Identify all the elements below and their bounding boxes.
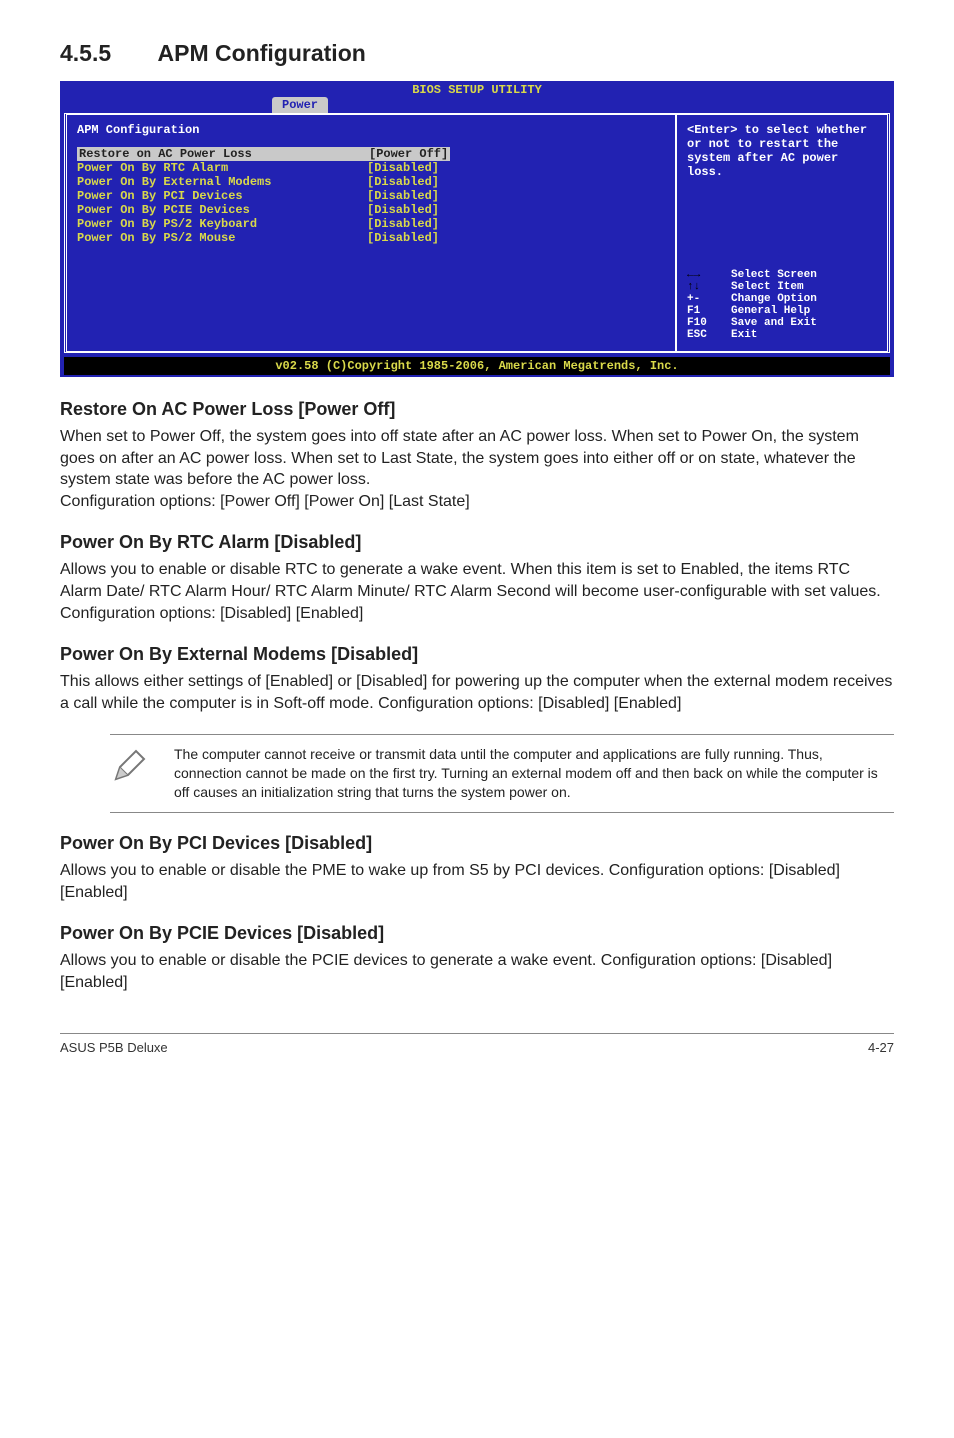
bios-key-name: +- [687, 293, 731, 305]
item-heading: Power On By RTC Alarm [Disabled] [60, 532, 894, 553]
bios-key-name [687, 281, 731, 293]
bios-setting-name: Power On By PCIE Devices [77, 203, 367, 217]
item-heading: Restore On AC Power Loss [Power Off] [60, 399, 894, 420]
pencil-note-icon [110, 745, 150, 785]
bios-setting-value: [Disabled] [367, 189, 439, 203]
bios-key-label: Change Option [731, 293, 817, 305]
bios-setting-name: Power On By PCI Devices [77, 189, 367, 203]
bios-key-row: Select Screen [687, 269, 881, 281]
bios-key-legend: Select ScreenSelect Item+-Change OptionF… [687, 269, 881, 341]
bios-setting-row[interactable]: Power On By RTC Alarm[Disabled] [77, 161, 665, 175]
bios-key-row: ESCExit [687, 329, 881, 341]
bios-setting-row[interactable]: Power On By PS/2 Keyboard[Disabled] [77, 217, 665, 231]
item-body: Allows you to enable or disable the PCIE… [60, 950, 894, 993]
bios-key-name: F10 [687, 317, 731, 329]
bios-body: APM Configuration Restore on AC Power Lo… [64, 113, 890, 353]
arrows-left-right-icon [687, 269, 700, 281]
bios-section-label: APM Configuration [77, 123, 665, 137]
bios-key-label: Exit [731, 329, 757, 341]
bios-setting-value: [Power Off] [367, 147, 450, 161]
bios-setting-name: Power On By External Modems [77, 175, 367, 189]
item-body: Allows you to enable or disable the PME … [60, 860, 894, 903]
bios-settings-panel: APM Configuration Restore on AC Power Lo… [67, 115, 677, 351]
section-title: APM Configuration [158, 40, 366, 66]
bios-setting-name: Power On By RTC Alarm [77, 161, 367, 175]
bios-copyright: v02.58 (C)Copyright 1985-2006, American … [64, 357, 890, 375]
bios-setting-value: [Disabled] [367, 175, 439, 189]
bios-key-name [687, 269, 731, 281]
bios-key-name: ESC [687, 329, 731, 341]
note-block: The computer cannot receive or transmit … [110, 734, 894, 813]
bios-setting-value: [Disabled] [367, 231, 439, 245]
bios-key-row: +-Change Option [687, 293, 881, 305]
bios-title-bar: BIOS SETUP UTILITY Power [60, 81, 894, 113]
item-heading: Power On By PCI Devices [Disabled] [60, 833, 894, 854]
bios-setting-name: Restore on AC Power Loss [77, 147, 367, 161]
bios-setting-row[interactable]: Restore on AC Power Loss[Power Off] [77, 147, 665, 161]
bios-title: BIOS SETUP UTILITY [64, 83, 890, 97]
note-text: The computer cannot receive or transmit … [174, 745, 894, 802]
bios-key-row: F1General Help [687, 305, 881, 317]
page-footer: ASUS P5B Deluxe 4-27 [60, 1033, 894, 1055]
bios-setting-row[interactable]: Power On By External Modems[Disabled] [77, 175, 665, 189]
bios-window: BIOS SETUP UTILITY Power APM Configurati… [60, 81, 894, 377]
bios-setting-name: Power On By PS/2 Keyboard [77, 217, 367, 231]
item-body: This allows either settings of [Enabled]… [60, 671, 894, 714]
item-body: When set to Power Off, the system goes i… [60, 426, 894, 512]
item-heading: Power On By External Modems [Disabled] [60, 644, 894, 665]
bios-key-label: General Help [731, 305, 810, 317]
bios-key-name: F1 [687, 305, 731, 317]
bios-setting-name: Power On By PS/2 Mouse [77, 231, 367, 245]
bios-key-label: Save and Exit [731, 317, 817, 329]
footer-right: 4-27 [868, 1040, 894, 1055]
bios-key-label: Select Screen [731, 269, 817, 281]
section-number: 4.5.5 [60, 40, 152, 67]
bios-setting-value: [Disabled] [367, 161, 439, 175]
bios-help-panel: <Enter> to select whether or not to rest… [677, 115, 887, 351]
item-body: Allows you to enable or disable RTC to g… [60, 559, 894, 624]
bios-setting-row[interactable]: Power On By PS/2 Mouse[Disabled] [77, 231, 665, 245]
bios-key-label: Select Item [731, 281, 804, 293]
page-section-heading: 4.5.5 APM Configuration [60, 40, 894, 67]
arrows-up-down-icon [687, 281, 700, 293]
bios-setting-value: [Disabled] [367, 203, 439, 217]
bios-help-text: <Enter> to select whether or not to rest… [687, 123, 881, 179]
bios-key-row: Select Item [687, 281, 881, 293]
bios-tab-power[interactable]: Power [272, 97, 328, 113]
footer-left: ASUS P5B Deluxe [60, 1040, 168, 1055]
bios-setting-row[interactable]: Power On By PCIE Devices[Disabled] [77, 203, 665, 217]
bios-setting-value: [Disabled] [367, 217, 439, 231]
item-heading: Power On By PCIE Devices [Disabled] [60, 923, 894, 944]
bios-setting-row[interactable]: Power On By PCI Devices[Disabled] [77, 189, 665, 203]
bios-key-row: F10Save and Exit [687, 317, 881, 329]
